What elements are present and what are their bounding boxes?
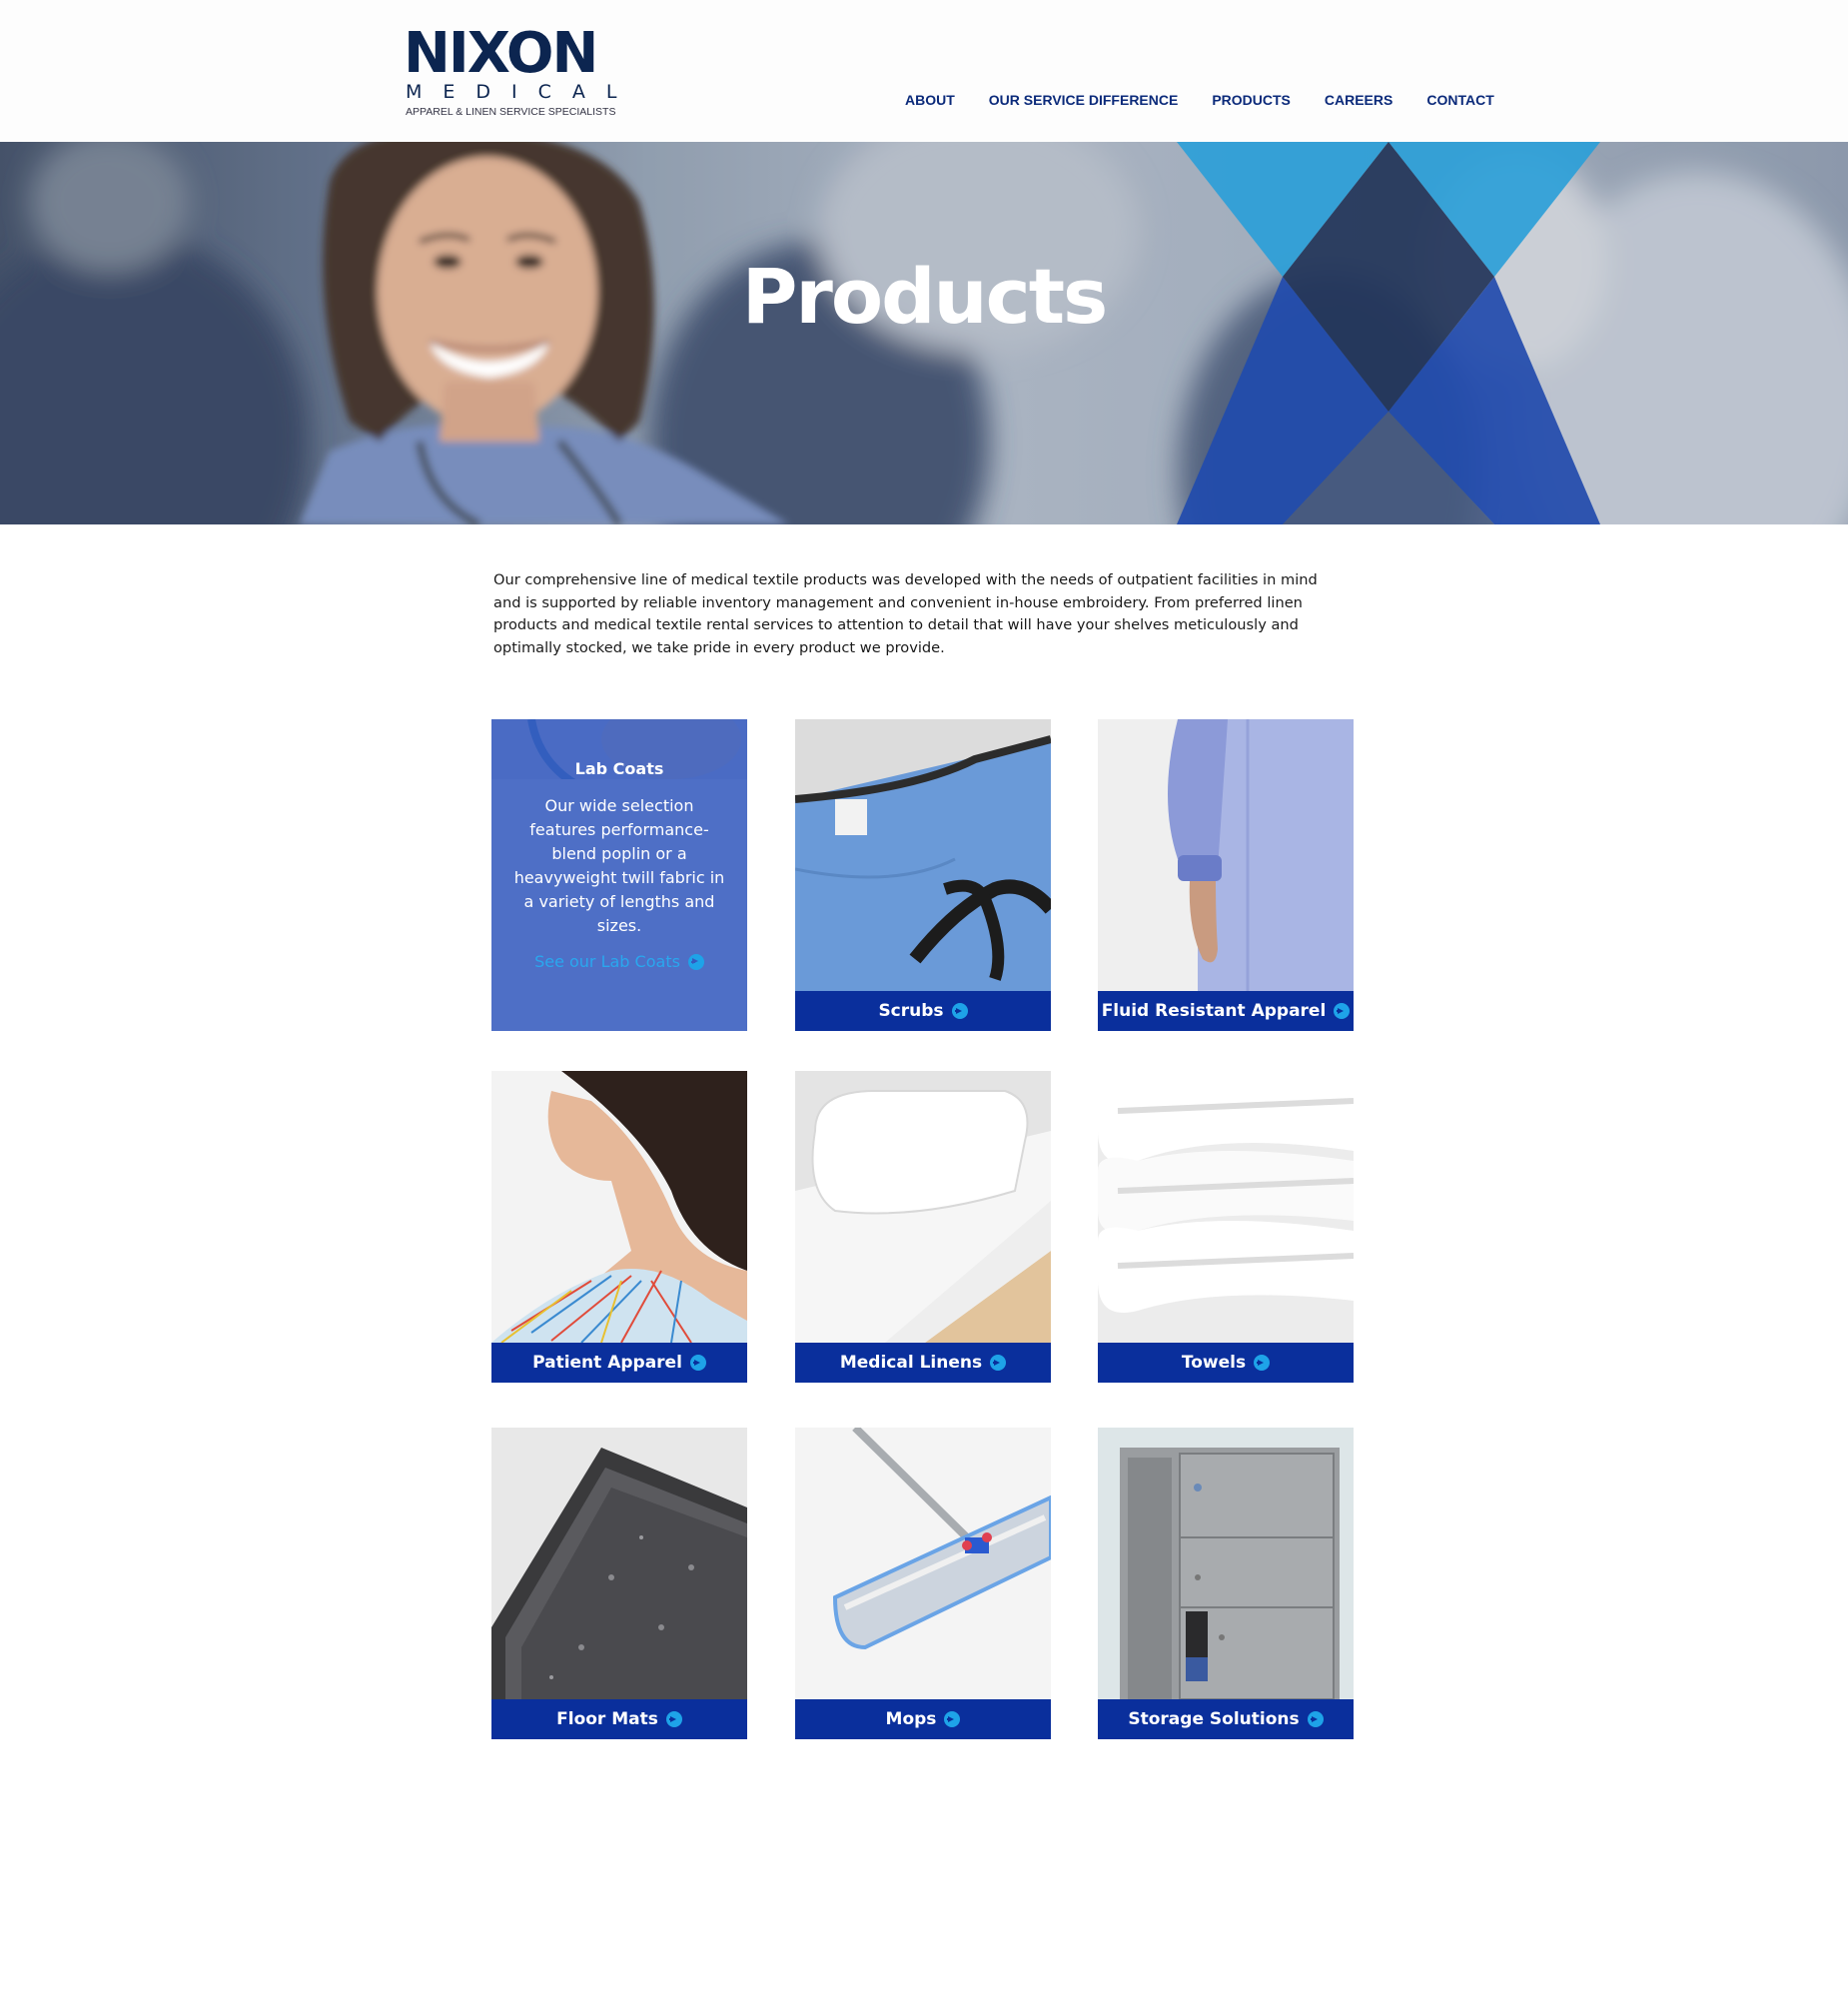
arrow-circle-icon (944, 1711, 961, 1727)
see-lab-coats-label: See our Lab Coats (534, 952, 680, 971)
storage-solutions-label-bar: Storage Solutions (1098, 1699, 1354, 1739)
product-card-storage-solutions[interactable]: Storage Solutions (1098, 1428, 1354, 1739)
product-card-floor-mats[interactable]: Floor Mats (491, 1428, 747, 1739)
fluid-resistant-apparel-image (1098, 719, 1354, 991)
storage-solutions-label: Storage Solutions (1128, 1709, 1300, 1729)
storage-solutions-image (1098, 1428, 1354, 1699)
mops-image (795, 1428, 1051, 1699)
mops-label: Mops (885, 1709, 937, 1729)
scrubs-label-bar: Scrubs (795, 991, 1051, 1031)
nav-our-service-difference[interactable]: OUR SERVICE DIFFERENCE (989, 92, 1179, 108)
arrow-circle-icon (1307, 1711, 1324, 1727)
lab-coats-title: Lab Coats (574, 759, 664, 778)
product-card-mops[interactable]: Mops (795, 1428, 1051, 1739)
fluid-resistant-apparel-label: Fluid Resistant Apparel (1101, 1001, 1327, 1021)
product-card-patient-apparel[interactable]: Patient Apparel (491, 1071, 747, 1383)
medical-linens-label-bar: Medical Linens (795, 1343, 1051, 1383)
product-card-towels[interactable]: Towels (1098, 1071, 1354, 1383)
towels-label-bar: Towels (1098, 1343, 1354, 1383)
lab-coats-overlay: Lab Coats Our wide selection features pe… (491, 719, 747, 1031)
arrow-circle-icon (990, 1355, 1007, 1371)
intro-paragraph: Our comprehensive line of medical textil… (493, 571, 1318, 656)
logo-tagline: APPAREL & LINEN SERVICE SPECIALISTS (406, 106, 616, 118)
lab-coats-description: Our wide selection features performance-… (513, 796, 725, 935)
patient-apparel-image (491, 1071, 747, 1343)
medical-linens-image (795, 1071, 1051, 1343)
scrubs-image (795, 719, 1051, 991)
nixon-medical-logo[interactable]: NIXON MEDICAL APPAREL & LINEN SERVICE SP… (404, 21, 616, 122)
towels-image (1098, 1071, 1354, 1343)
fluid-resistant-apparel-label-bar: Fluid Resistant Apparel (1098, 991, 1354, 1031)
product-card-fluid-resistant-apparel[interactable]: Fluid Resistant Apparel (1098, 719, 1354, 1031)
logo-subword: MEDICAL (406, 81, 638, 103)
logo-wordmark: NIXON (404, 21, 598, 86)
floor-mats-image (491, 1428, 747, 1699)
arrow-circle-icon (687, 953, 704, 970)
medical-linens-label: Medical Linens (839, 1353, 983, 1373)
nav-careers[interactable]: CAREERS (1325, 92, 1392, 108)
arrow-circle-icon (665, 1711, 682, 1727)
product-card-lab-coats[interactable]: Lab Coats Our wide selection features pe… (491, 719, 747, 1031)
product-card-scrubs[interactable]: Scrubs (795, 719, 1051, 1031)
arrow-circle-icon (689, 1355, 706, 1371)
see-lab-coats-link[interactable]: See our Lab Coats (534, 952, 704, 971)
main-nav: ABOUT OUR SERVICE DIFFERENCE PRODUCTS CA… (905, 92, 1494, 108)
patient-apparel-label: Patient Apparel (532, 1353, 682, 1373)
arrow-circle-icon (951, 1003, 968, 1019)
nav-contact[interactable]: CONTACT (1426, 92, 1493, 108)
nav-about[interactable]: ABOUT (905, 92, 955, 108)
page-title: Products (741, 252, 1109, 341)
site-header: NIXON MEDICAL APPAREL & LINEN SERVICE SP… (0, 0, 1848, 142)
arrow-circle-icon (1334, 1003, 1351, 1019)
patient-apparel-label-bar: Patient Apparel (491, 1343, 747, 1383)
floor-mats-label: Floor Mats (556, 1709, 658, 1729)
scrubs-label: Scrubs (878, 1001, 944, 1021)
floor-mats-label-bar: Floor Mats (491, 1699, 747, 1739)
product-card-medical-linens[interactable]: Medical Linens (795, 1071, 1051, 1383)
nav-products[interactable]: PRODUCTS (1212, 92, 1291, 108)
arrow-circle-icon (1254, 1355, 1271, 1371)
towels-label: Towels (1181, 1353, 1247, 1373)
hero-banner: Products (0, 142, 1848, 524)
mops-label-bar: Mops (795, 1699, 1051, 1739)
